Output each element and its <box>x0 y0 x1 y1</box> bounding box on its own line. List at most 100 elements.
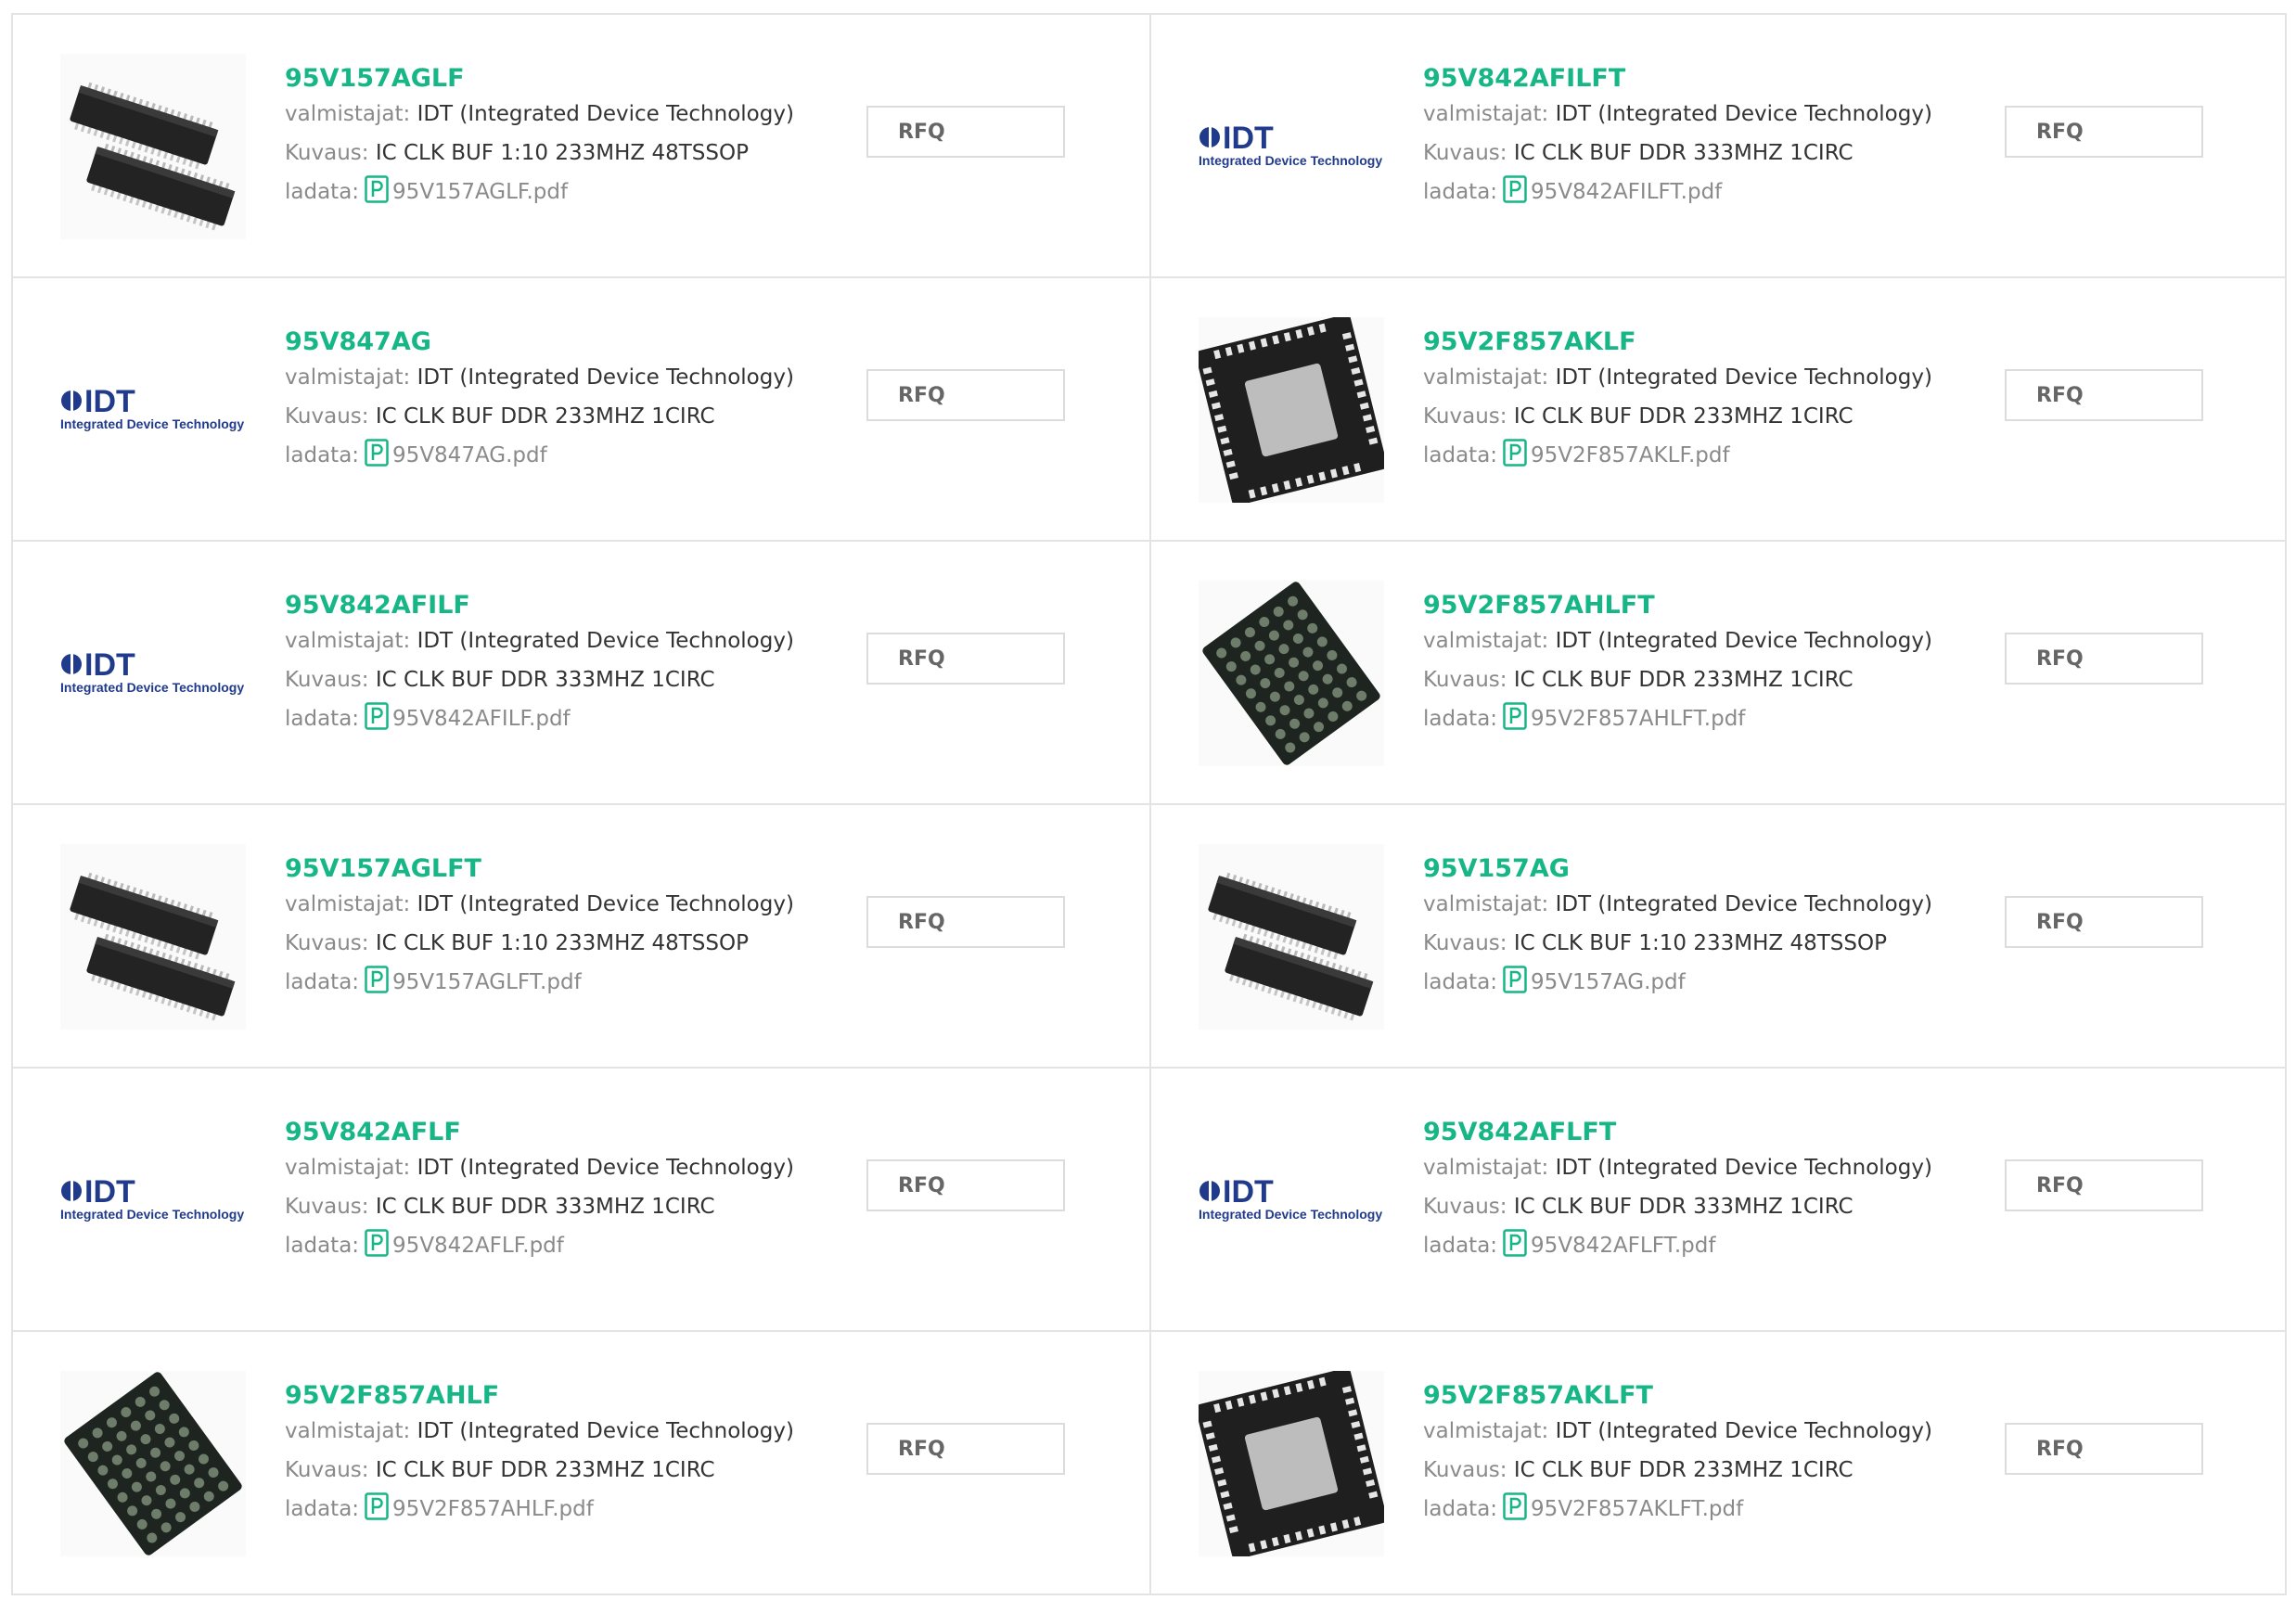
datasheet-link[interactable]: 95V157AGLF.pdf <box>392 180 568 204</box>
description-value: IC CLK BUF DDR 233MHZ 1CIRC <box>375 1458 715 1482</box>
svg-text:IDT: IDT <box>84 384 135 419</box>
manufacturer-row: valmistajat: IDT (Integrated Device Tech… <box>285 95 794 134</box>
datasheet-link[interactable]: 95V157AGLFT.pdf <box>392 970 582 994</box>
product-name-link[interactable]: 95V842AFILF <box>285 590 794 621</box>
product-card: IDT Integrated Device Technology 95V842A… <box>13 1069 1151 1332</box>
svg-text:Integrated Device Technology: Integrated Device Technology <box>60 1207 244 1222</box>
tssop-chip-icon[interactable] <box>1199 844 1384 1030</box>
description-value: IC CLK BUF DDR 333MHZ 1CIRC <box>1513 1195 1853 1219</box>
description-row: Kuvaus: IC CLK BUF DDR 233MHZ 1CIRC <box>1423 1451 1932 1490</box>
product-info: 95V842AFILF valmistajat: IDT (Integrated… <box>285 590 794 738</box>
datasheet-link[interactable]: 95V2F857AKLFT.pdf <box>1531 1497 1743 1521</box>
datasheet-link[interactable]: 95V842AFILFT.pdf <box>1531 180 1722 204</box>
download-label: ladata: <box>285 443 360 467</box>
download-row: ladata: 95V2F857AKLF.pdf <box>1423 436 1932 475</box>
qfn-chip-icon[interactable] <box>1199 1371 1384 1556</box>
rfq-button[interactable]: RFQ <box>2005 1423 2203 1475</box>
description-row: Kuvaus: IC CLK BUF 1:10 233MHZ 48TSSOP <box>285 134 794 173</box>
product-card: IDT Integrated Device Technology 95V842A… <box>1151 1069 2287 1332</box>
idt-logo[interactable]: IDT Integrated Device Technology <box>60 1107 246 1293</box>
product-card: IDT Integrated Device Technology 95V842A… <box>1151 15 2287 278</box>
datasheet-link[interactable]: 95V157AG.pdf <box>1531 970 1686 994</box>
product-name-link[interactable]: 95V842AFILFT <box>1423 63 1932 95</box>
manufacturer-value: IDT (Integrated Device Technology) <box>1555 1156 1932 1180</box>
product-info: 95V157AGLF valmistajat: IDT (Integrated … <box>285 63 794 211</box>
idt-logo[interactable]: IDT Integrated Device Technology <box>60 317 246 503</box>
rfq-button[interactable]: RFQ <box>2005 633 2203 685</box>
bga-chip-icon[interactable] <box>1199 581 1384 766</box>
description-label: Kuvaus: <box>1423 1195 1507 1219</box>
idt-logo[interactable]: IDT Integrated Device Technology <box>60 581 246 766</box>
manufacturer-value: IDT (Integrated Device Technology) <box>417 1156 794 1180</box>
rfq-button[interactable]: RFQ <box>866 1423 1065 1475</box>
download-row: ladata: 95V847AG.pdf <box>285 436 794 475</box>
product-name-link[interactable]: 95V847AG <box>285 326 794 358</box>
rfq-button[interactable]: RFQ <box>866 896 1065 948</box>
description-row: Kuvaus: IC CLK BUF DDR 233MHZ 1CIRC <box>1423 660 1932 699</box>
datasheet-link[interactable]: 95V2F857AHLFT.pdf <box>1531 707 1745 731</box>
datasheet-link[interactable]: 95V847AG.pdf <box>392 443 547 467</box>
description-label: Kuvaus: <box>285 1195 369 1219</box>
product-name-link[interactable]: 95V157AG <box>1423 853 1932 885</box>
svg-text:IDT: IDT <box>84 1174 135 1210</box>
datasheet-link[interactable]: 95V842AFILF.pdf <box>392 707 571 731</box>
qfn-chip-icon[interactable] <box>1199 317 1384 503</box>
manufacturer-label: valmistajat: <box>1423 102 1549 126</box>
product-info: 95V2F857AHLF valmistajat: IDT (Integrate… <box>285 1380 794 1529</box>
datasheet-link[interactable]: 95V842AFLFT.pdf <box>1531 1234 1715 1258</box>
rfq-button[interactable]: RFQ <box>866 633 1065 685</box>
description-row: Kuvaus: IC CLK BUF DDR 233MHZ 1CIRC <box>1423 397 1932 436</box>
product-name-link[interactable]: 95V157AGLFT <box>285 853 794 885</box>
datasheet-link[interactable]: 95V2F857AHLF.pdf <box>392 1497 594 1521</box>
description-value: IC CLK BUF 1:10 233MHZ 48TSSOP <box>375 931 749 955</box>
idt-logo[interactable]: IDT Integrated Device Technology <box>1199 1107 1384 1293</box>
product-info: 95V157AG valmistajat: IDT (Integrated De… <box>1423 853 1932 1002</box>
datasheet-link[interactable]: 95V2F857AKLF.pdf <box>1531 443 1730 467</box>
description-row: Kuvaus: IC CLK BUF DDR 333MHZ 1CIRC <box>1423 1187 1932 1226</box>
rfq-button[interactable]: RFQ <box>2005 896 2203 948</box>
product-name-link[interactable]: 95V2F857AHLF <box>285 1380 794 1412</box>
rfq-button[interactable]: RFQ <box>866 106 1065 158</box>
product-name-link[interactable]: 95V157AGLF <box>285 63 794 95</box>
description-row: Kuvaus: IC CLK BUF DDR 233MHZ 1CIRC <box>285 397 794 436</box>
tssop-chip-icon[interactable] <box>60 844 246 1030</box>
rfq-button[interactable]: RFQ <box>2005 369 2203 421</box>
download-row: ladata: 95V842AFILF.pdf <box>285 699 794 738</box>
rfq-button[interactable]: RFQ <box>2005 1159 2203 1211</box>
product-card: IDT Integrated Device Technology 95V842A… <box>13 542 1151 805</box>
svg-text:Integrated Device Technology: Integrated Device Technology <box>60 416 244 431</box>
product-name-link[interactable]: 95V2F857AHLFT <box>1423 590 1932 621</box>
product-name-link[interactable]: 95V842AFLFT <box>1423 1117 1932 1148</box>
svg-text:Integrated Device Technology: Integrated Device Technology <box>1199 1207 1382 1222</box>
manufacturer-value: IDT (Integrated Device Technology) <box>417 1419 794 1443</box>
pdf-icon <box>359 175 392 204</box>
product-card: 95V157AGLF valmistajat: IDT (Integrated … <box>13 15 1151 278</box>
download-row: ladata: 95V157AGLFT.pdf <box>285 963 794 1002</box>
download-row: ladata: 95V842AFILFT.pdf <box>1423 173 1932 211</box>
description-label: Kuvaus: <box>285 404 369 429</box>
download-label: ladata: <box>285 1497 360 1521</box>
product-name-link[interactable]: 95V842AFLF <box>285 1117 794 1148</box>
manufacturer-value: IDT (Integrated Device Technology) <box>1555 629 1932 653</box>
pdf-icon <box>1497 1492 1531 1521</box>
manufacturer-row: valmistajat: IDT (Integrated Device Tech… <box>1423 1412 1932 1451</box>
rfq-button[interactable]: RFQ <box>866 369 1065 421</box>
manufacturer-row: valmistajat: IDT (Integrated Device Tech… <box>285 1148 794 1187</box>
tssop-chip-icon[interactable] <box>60 54 246 239</box>
manufacturer-label: valmistajat: <box>285 629 411 653</box>
description-value: IC CLK BUF 1:10 233MHZ 48TSSOP <box>375 141 749 165</box>
product-info: 95V842AFLFT valmistajat: IDT (Integrated… <box>1423 1117 1932 1265</box>
product-name-link[interactable]: 95V2F857AKLFT <box>1423 1380 1932 1412</box>
product-name-link[interactable]: 95V2F857AKLF <box>1423 326 1932 358</box>
download-row: ladata: 95V2F857AHLFT.pdf <box>1423 699 1932 738</box>
bga-chip-icon[interactable] <box>60 1371 246 1556</box>
pdf-icon <box>359 1229 392 1258</box>
rfq-button[interactable]: RFQ <box>2005 106 2203 158</box>
product-card: 95V157AG valmistajat: IDT (Integrated De… <box>1151 805 2287 1069</box>
datasheet-link[interactable]: 95V842AFLF.pdf <box>392 1234 564 1258</box>
description-label: Kuvaus: <box>1423 404 1507 429</box>
description-label: Kuvaus: <box>285 931 369 955</box>
idt-logo[interactable]: IDT Integrated Device Technology <box>1199 54 1384 239</box>
rfq-button[interactable]: RFQ <box>866 1159 1065 1211</box>
download-label: ladata: <box>1423 1234 1498 1258</box>
